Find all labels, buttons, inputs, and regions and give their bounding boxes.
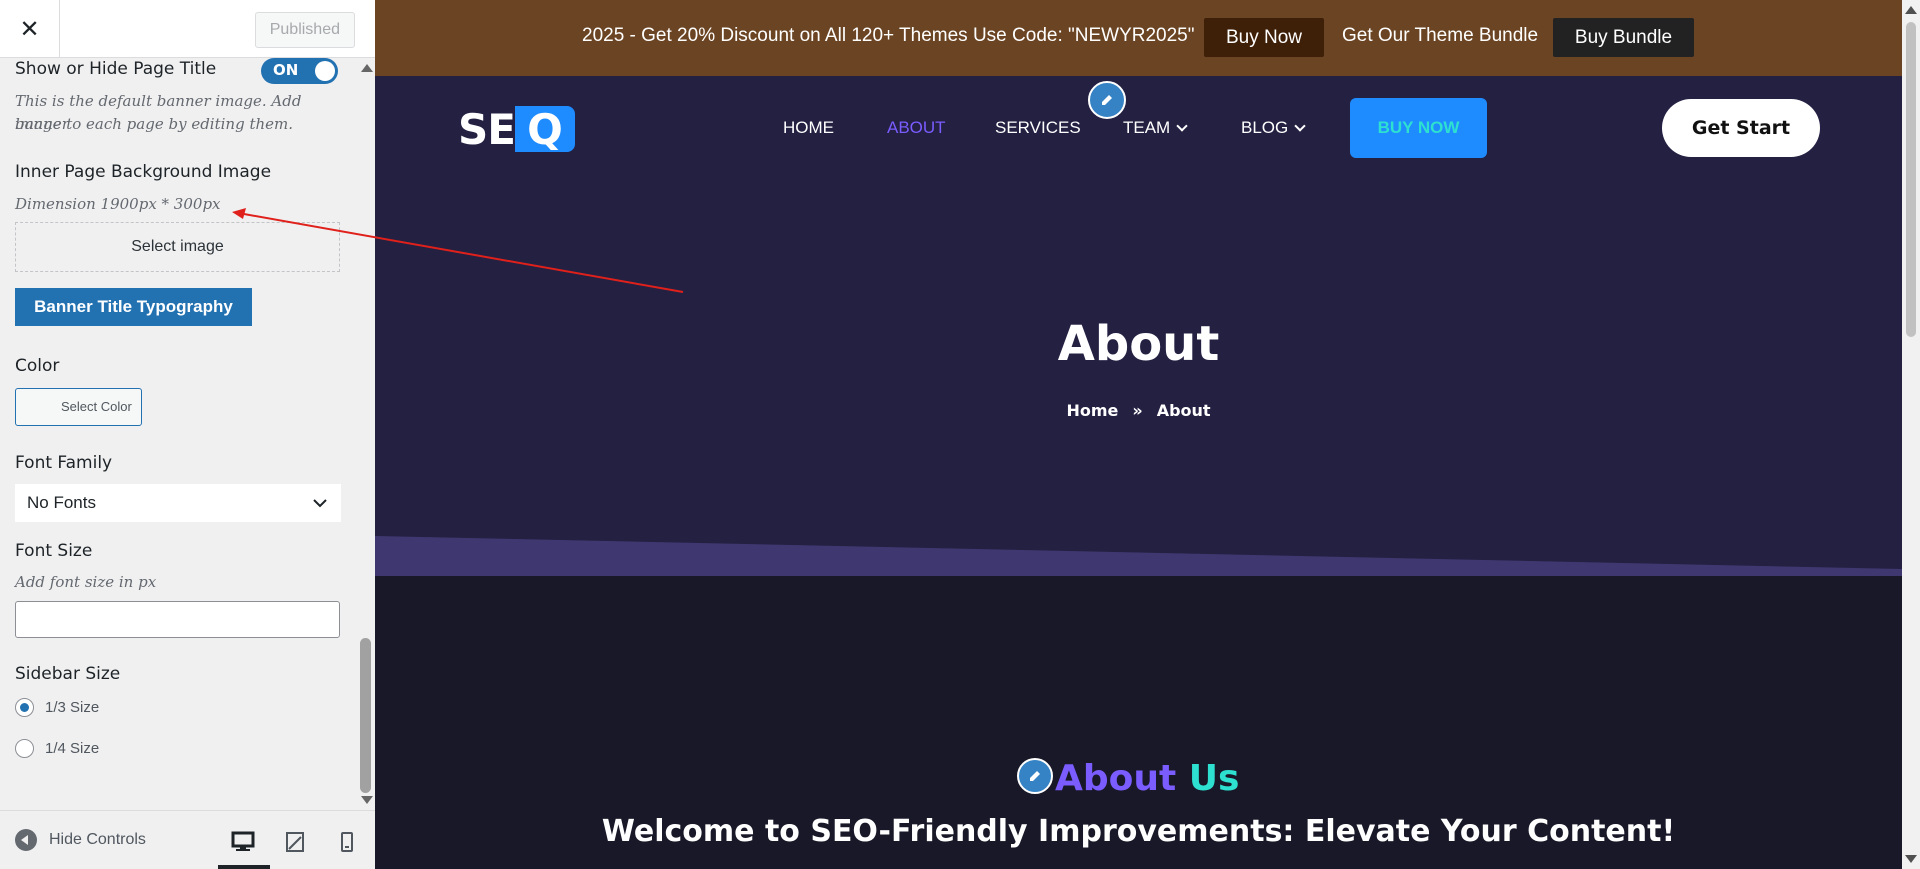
sidebar-scrollbar[interactable] — [357, 58, 375, 810]
color-swatch — [16, 389, 56, 425]
breadcrumb-home[interactable]: Home — [1066, 401, 1118, 420]
about-us-heading: About Us — [1055, 758, 1239, 799]
font-size-input[interactable] — [15, 601, 340, 638]
banner-title-typography-button[interactable]: Banner Title Typography — [15, 288, 252, 326]
font-family-label: Font Family — [15, 453, 113, 473]
breadcrumb: Home » About — [375, 401, 1902, 420]
get-start-button[interactable]: Get Start — [1662, 99, 1820, 157]
page-scroll-down-icon[interactable] — [1905, 855, 1917, 863]
show-hide-title-label: Show or Hide Page Title — [15, 59, 217, 79]
nav-blog-label: BLOG — [1241, 118, 1289, 137]
hero-section: SE Q HOME ABOUT SERVICES TEAM BLOG BUY N… — [375, 76, 1902, 576]
mobile-preview-button[interactable] — [332, 827, 362, 857]
nav-services[interactable]: SERVICES — [995, 118, 1081, 138]
tablet-icon — [286, 832, 304, 852]
tablet-preview-button[interactable] — [280, 827, 310, 857]
page-scrollbar[interactable] — [1902, 0, 1920, 869]
scroll-up-arrow-icon[interactable] — [361, 64, 373, 72]
sidebar-controls: Show or Hide Page Title ON This is the d… — [0, 58, 357, 810]
toggle-knob — [315, 61, 335, 81]
radio-one-quarter[interactable] — [15, 739, 34, 758]
nav-about[interactable]: ABOUT — [887, 118, 946, 138]
radio-one-third[interactable] — [15, 698, 34, 717]
font-family-value: No Fonts — [27, 493, 96, 512]
logo-text: SE — [458, 104, 516, 154]
about-us-word-1: About — [1055, 758, 1177, 799]
radio-one-third-label: 1/3 Size — [45, 699, 100, 716]
close-icon: ✕ — [19, 15, 40, 43]
font-family-select[interactable]: No Fonts — [15, 484, 341, 522]
chevron-down-icon — [1294, 119, 1306, 132]
radio-one-quarter-label: 1/4 Size — [45, 740, 100, 757]
page-title: About — [1057, 316, 1220, 372]
promo-text: 2025 - Get 20% Discount on All 120+ Them… — [582, 25, 1195, 46]
scroll-down-arrow-icon[interactable] — [361, 796, 373, 804]
published-button[interactable]: Published — [254, 12, 355, 48]
hide-controls-label: Hide Controls — [49, 831, 146, 848]
chevron-down-icon — [313, 499, 327, 508]
page-scrollbar-thumb[interactable] — [1906, 22, 1916, 337]
nav-buy-now-button[interactable]: BUY NOW — [1350, 98, 1487, 158]
nav-home[interactable]: HOME — [783, 118, 834, 138]
close-customizer-button[interactable]: ✕ — [0, 0, 60, 58]
nav-team-label: TEAM — [1123, 118, 1171, 137]
sidebar-footer: Hide Controls — [0, 810, 375, 869]
select-color-button[interactable]: Select Color — [15, 388, 142, 426]
sidebar-size-label: Sidebar Size — [15, 664, 121, 684]
breadcrumb-current: About — [1156, 401, 1211, 420]
logo-q-mark: Q — [514, 105, 575, 154]
toggle-label: ON — [273, 61, 299, 79]
about-us-word-2: Us — [1188, 758, 1240, 799]
select-image-button[interactable]: Select image — [15, 222, 340, 272]
desktop-preview-button[interactable] — [228, 827, 258, 857]
nav-blog[interactable]: BLOG — [1241, 118, 1306, 138]
font-size-hint: Add font size in px — [15, 573, 157, 591]
sidebar-header: ✕ Published — [0, 0, 375, 58]
color-label: Color — [15, 356, 60, 376]
nav-team[interactable]: TEAM — [1123, 118, 1188, 138]
collapse-icon — [15, 829, 37, 851]
bundle-text: Get Our Theme Bundle — [1342, 25, 1539, 46]
about-section: About Us Welcome to SEO-Friendly Improve… — [375, 576, 1902, 869]
site-preview: 2025 - Get 20% Discount on All 120+ Them… — [375, 0, 1902, 869]
sidebar-scrollbar-thumb[interactable] — [360, 638, 371, 793]
inner-bg-image-label: Inner Page Background Image — [15, 162, 272, 182]
promo-topbar: 2025 - Get 20% Discount on All 120+ Them… — [375, 0, 1902, 76]
buy-bundle-button[interactable]: Buy Bundle — [1553, 18, 1694, 57]
mobile-icon — [341, 832, 353, 852]
banner-description-line-2: image to each page by editing them. — [15, 115, 294, 133]
active-device-indicator — [218, 865, 270, 869]
select-color-label: Select Color — [61, 399, 132, 414]
promo-buy-now-button[interactable]: Buy Now — [1204, 18, 1324, 57]
customizer-sidebar: ✕ Published Show or Hide Page Title ON T… — [0, 0, 375, 869]
site-logo[interactable]: SE Q — [458, 104, 575, 154]
font-size-label: Font Size — [15, 541, 93, 561]
edit-shortcut-pencil-icon[interactable] — [1088, 81, 1126, 119]
welcome-heading: Welcome to SEO-Friendly Improvements: El… — [601, 814, 1676, 849]
page-scroll-up-icon[interactable] — [1905, 6, 1917, 14]
hero-wave-divider — [375, 536, 1902, 576]
hide-controls-button[interactable]: Hide Controls — [15, 829, 146, 851]
edit-shortcut-pencil-icon[interactable] — [1017, 758, 1053, 794]
page-title-toggle[interactable]: ON — [261, 58, 338, 84]
chevron-down-icon — [1176, 119, 1188, 132]
desktop-icon — [231, 831, 255, 851]
breadcrumb-separator: » — [1132, 401, 1143, 420]
dimension-hint: Dimension 1900px * 300px — [15, 195, 221, 213]
